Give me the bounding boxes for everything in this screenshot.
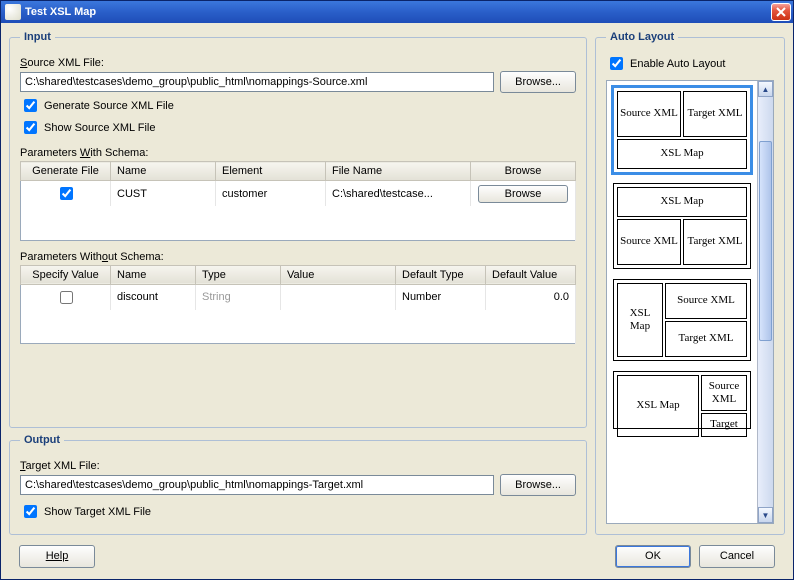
col-name[interactable]: Name (111, 265, 196, 284)
show-target-checkbox[interactable] (24, 505, 37, 518)
output-group: Output Target XML File: Browse... Show T… (9, 434, 587, 535)
generate-source-checkbox[interactable] (24, 99, 37, 112)
layout-option-4[interactable]: Source XML XSL Map Target (613, 371, 751, 429)
scrollbar-thumb[interactable] (759, 141, 772, 341)
layout-cell: Target XML (665, 321, 747, 357)
enable-auto-layout-checkbox[interactable] (610, 57, 623, 70)
table-row (21, 206, 576, 240)
right-column: Auto Layout Enable Auto Layout Source XM… (595, 31, 785, 535)
layout-option-1[interactable]: Source XML Target XML XSL Map (613, 87, 751, 173)
titlebar: Test XSL Map (1, 1, 793, 23)
row-browse-button[interactable]: Browse (478, 185, 568, 203)
table-row[interactable]: discount String Number 0.0 (21, 284, 576, 310)
source-xml-row: Browse... (20, 71, 576, 93)
input-legend: Input (20, 31, 55, 43)
col-filename[interactable]: File Name (326, 162, 471, 181)
show-target-label: Show Target XML File (44, 506, 151, 518)
col-specify-value[interactable]: Specify Value (21, 265, 111, 284)
window-title: Test XSL Map (25, 6, 771, 18)
layout-option-3[interactable]: XSL Map Source XML Target XML (613, 279, 751, 361)
generate-source-row: Generate Source XML File (20, 96, 576, 115)
dialog-window: Test XSL Map Input Source XML File: Brow… (0, 0, 794, 580)
source-xml-label: Source XML File: (20, 57, 576, 69)
layout-cell: Source XML (617, 219, 681, 265)
cell-name[interactable]: discount (111, 284, 196, 310)
cell-type[interactable]: String (196, 284, 281, 310)
table-row[interactable]: CUST customer C:\shared\testcase... Brow… (21, 181, 576, 207)
show-source-row: Show Source XML File (20, 118, 576, 137)
enable-auto-layout-label: Enable Auto Layout (630, 58, 725, 70)
layout-cell: Source XML (617, 91, 681, 137)
source-browse-button[interactable]: Browse... (500, 71, 576, 93)
close-button[interactable] (771, 3, 791, 21)
layout-cell: XSL Map (617, 375, 699, 437)
target-xml-label: Target XML File: (20, 460, 576, 472)
col-default-type[interactable]: Default Type (396, 265, 486, 284)
cell-default-value[interactable]: 0.0 (486, 284, 576, 310)
params-without-schema-label: Parameters Without Schema: (20, 251, 576, 263)
layout-options-list: Source XML Target XML XSL Map XSL Map So… (606, 80, 774, 524)
output-legend: Output (20, 434, 64, 446)
dialog-content: Input Source XML File: Browse... Generat… (1, 23, 793, 579)
col-default-value[interactable]: Default Value (486, 265, 576, 284)
auto-layout-group: Auto Layout Enable Auto Layout Source XM… (595, 31, 785, 535)
left-column: Input Source XML File: Browse... Generat… (9, 31, 587, 535)
cell-generate-file (21, 181, 111, 207)
layout-scrollbar[interactable]: ▲ ▼ (757, 81, 773, 523)
specify-value-checkbox[interactable] (60, 291, 73, 304)
source-xml-input[interactable] (20, 72, 494, 92)
ok-button[interactable]: OK (615, 545, 691, 568)
target-xml-input[interactable] (20, 475, 494, 495)
col-value[interactable]: Value (281, 265, 396, 284)
show-source-label: Show Source XML File (44, 122, 156, 134)
layout-cell: XSL Map (617, 139, 747, 169)
help-button[interactable]: Help (19, 545, 95, 568)
main-row: Input Source XML File: Browse... Generat… (9, 31, 785, 535)
table-row (21, 310, 576, 344)
cell-name[interactable]: CUST (111, 181, 216, 207)
auto-layout-legend: Auto Layout (606, 31, 678, 43)
params-with-schema-label: Parameters With Schema: (20, 147, 576, 159)
generate-source-label: Generate Source XML File (44, 100, 174, 112)
table-row: Generate File Name Element File Name Bro… (21, 162, 576, 181)
layout-cell: Target XML (683, 219, 747, 265)
footer-button-bar: Help OK Cancel (9, 535, 785, 571)
show-source-checkbox[interactable] (24, 121, 37, 134)
col-name[interactable]: Name (111, 162, 216, 181)
params-with-schema-table: Generate File Name Element File Name Bro… (20, 161, 576, 241)
scroll-up-button[interactable]: ▲ (758, 81, 773, 97)
col-generate-file[interactable]: Generate File (21, 162, 111, 181)
enable-auto-layout-row: Enable Auto Layout (606, 54, 774, 73)
cell-filename[interactable]: C:\shared\testcase... (326, 181, 471, 207)
scroll-down-button[interactable]: ▼ (758, 507, 773, 523)
layout-option-2[interactable]: XSL Map Source XML Target XML (613, 183, 751, 269)
target-xml-row: Browse... (20, 474, 576, 496)
cell-browse: Browse (471, 181, 576, 207)
layout-options: Source XML Target XML XSL Map XSL Map So… (607, 81, 757, 523)
params-without-schema-table: Specify Value Name Type Value Default Ty… (20, 265, 576, 345)
layout-cell: XSL Map (617, 283, 663, 357)
cancel-button[interactable]: Cancel (699, 545, 775, 568)
layout-cell: Target XML (683, 91, 747, 137)
cell-element[interactable]: customer (216, 181, 326, 207)
show-target-row: Show Target XML File (20, 502, 576, 521)
layout-cell: Source XML (701, 375, 747, 411)
generate-file-checkbox[interactable] (60, 187, 73, 200)
close-icon (776, 7, 786, 17)
app-icon (5, 4, 21, 20)
col-browse[interactable]: Browse (471, 162, 576, 181)
layout-cell: Source XML (665, 283, 747, 319)
cell-specify-value (21, 284, 111, 310)
col-type[interactable]: Type (196, 265, 281, 284)
layout-cell: XSL Map (617, 187, 747, 217)
cell-value[interactable] (281, 284, 396, 310)
input-group: Input Source XML File: Browse... Generat… (9, 31, 587, 428)
target-browse-button[interactable]: Browse... (500, 474, 576, 496)
col-element[interactable]: Element (216, 162, 326, 181)
table-row: Specify Value Name Type Value Default Ty… (21, 265, 576, 284)
cell-default-type[interactable]: Number (396, 284, 486, 310)
layout-cell: Target (701, 413, 747, 436)
